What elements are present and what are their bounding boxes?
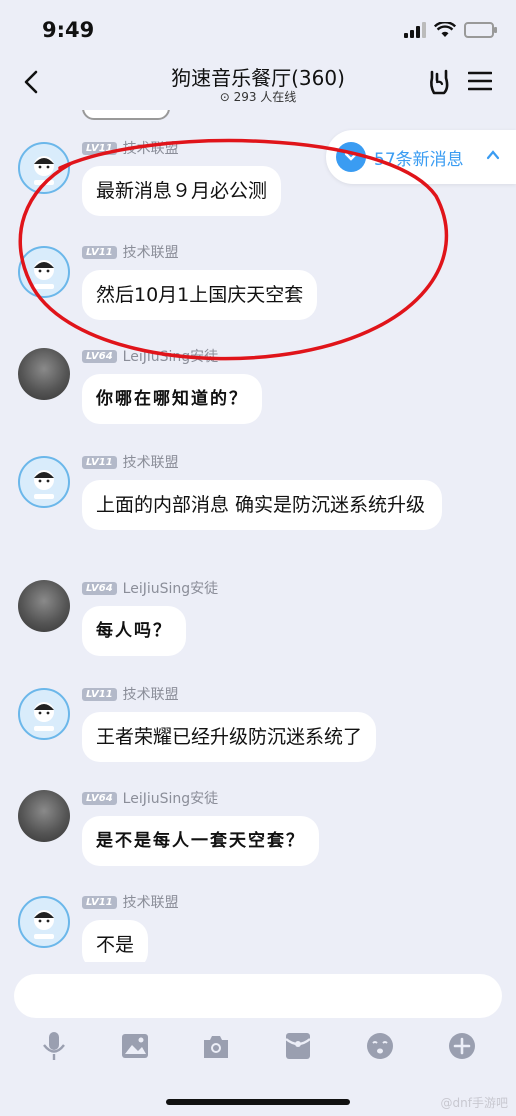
emoji-icon[interactable] (364, 1030, 396, 1062)
level-badge: LV64 (82, 349, 117, 363)
level-badge: LV11 (82, 687, 117, 701)
double-chevron-down-icon (336, 142, 366, 172)
chevron-up-icon (486, 150, 500, 160)
avatar[interactable] (18, 246, 70, 298)
message-input[interactable] (14, 974, 502, 1018)
level-badge: LV11 (82, 245, 117, 259)
menu-icon[interactable] (468, 70, 492, 92)
message-header: LV11 技术联盟 (82, 138, 179, 158)
sender-name[interactable]: 技术联盟 (123, 892, 179, 912)
message-header: LV11 技术联盟 (82, 452, 179, 472)
sender-name[interactable]: LeiJiuSing安徒 (123, 346, 218, 366)
message-header: LV11 技术联盟 (82, 242, 179, 262)
message-bubble[interactable]: 上面的内部消息 确实是防沉迷系统升级 (82, 480, 442, 530)
sender-name[interactable]: LeiJiuSing安徒 (123, 578, 218, 598)
plus-icon[interactable] (446, 1030, 478, 1062)
status-icons (404, 22, 497, 38)
nav-bar: 狗速音乐餐厅(360) ⊙ 293 人在线 (0, 60, 516, 110)
watermark: @dnf手游吧 (440, 1096, 508, 1110)
avatar[interactable] (18, 896, 70, 948)
message-header: LV64 LeiJiuSing安徒 (82, 346, 218, 366)
new-messages-label: 57条新消息 (374, 149, 464, 170)
sender-name[interactable]: 技术联盟 (123, 452, 179, 472)
avatar[interactable] (18, 348, 70, 400)
message-bubble[interactable]: 是不是每人一套天空套？ (82, 816, 319, 866)
level-badge: LV11 (82, 141, 117, 155)
avatar[interactable] (18, 580, 70, 632)
sender-name[interactable]: LeiJiuSing安徒 (123, 788, 218, 808)
rock-hand-icon[interactable] (424, 68, 454, 98)
image-icon[interactable] (119, 1030, 151, 1062)
status-time: 9:49 (42, 18, 95, 42)
status-bar: 9:49 (0, 0, 516, 60)
avatar[interactable] (18, 142, 70, 194)
message-bubble[interactable]: 不是 (82, 920, 149, 962)
chat-area[interactable]: LV11 技术联盟 最新消息９月必公测 LV11 技术联盟 然后10月1上国庆天… (0, 110, 516, 962)
level-badge: LV64 (82, 791, 117, 805)
camera-icon[interactable] (200, 1030, 232, 1062)
sender-name[interactable]: 技术联盟 (123, 684, 179, 704)
input-bar (0, 962, 516, 1116)
level-badge: LV11 (82, 455, 117, 469)
message-header: LV11 技术联盟 (82, 892, 179, 912)
battery-icon (464, 22, 497, 38)
avatar[interactable] (18, 790, 70, 842)
sender-name[interactable]: 技术联盟 (123, 138, 179, 158)
message-bubble[interactable]: 王者荣耀已经升级防沉迷系统了 (82, 712, 377, 762)
wifi-icon (434, 22, 456, 37)
sender-name[interactable]: 技术联盟 (123, 242, 179, 262)
level-badge: LV64 (82, 581, 117, 595)
avatar[interactable] (18, 688, 70, 740)
message-bubble[interactable]: 每人吗？ (82, 606, 186, 656)
signal-icon (404, 22, 426, 38)
level-badge: LV11 (82, 895, 117, 909)
home-indicator[interactable] (166, 1099, 350, 1105)
message-bubble[interactable]: 你哪在哪知道的？ (82, 374, 262, 424)
toolbar (0, 1026, 516, 1066)
message-bubble[interactable]: 最新消息９月必公测 (82, 166, 282, 216)
mic-icon[interactable] (38, 1030, 70, 1062)
new-messages-button[interactable]: 57条新消息 (326, 130, 516, 184)
message-header: LV64 LeiJiuSing安徒 (82, 578, 218, 598)
message-header: LV64 LeiJiuSing安徒 (82, 788, 218, 808)
red-packet-icon[interactable] (282, 1030, 314, 1062)
message-header: LV11 技术联盟 (82, 684, 179, 704)
avatar[interactable] (18, 456, 70, 508)
online-icon: ⊙ (219, 90, 230, 104)
partial-bubble (82, 110, 170, 120)
message-bubble[interactable]: 然后10月1上国庆天空套 (82, 270, 318, 320)
